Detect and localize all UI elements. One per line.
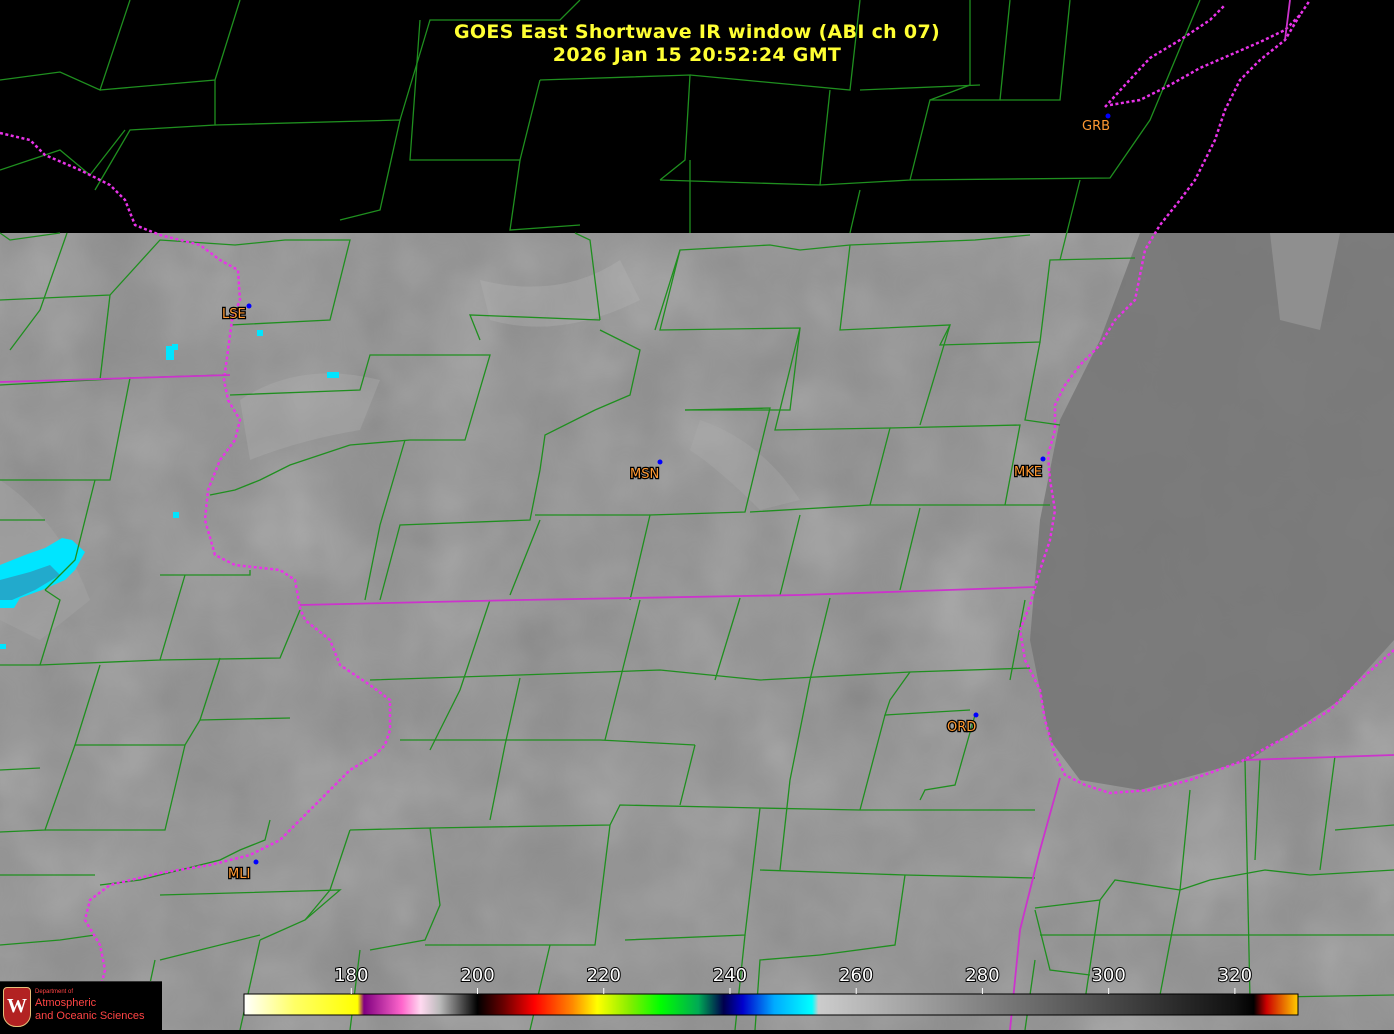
logo-line-2: Atmospheric [35,997,97,1009]
station-marker-msn [657,459,663,465]
station-label-lse: LSE [222,307,246,322]
satellite-map: GRB LSE MSN MKE ORD MLI 180 200 220 240 260 280 300… [0,0,1394,1031]
station-marker-lse [246,303,252,309]
image-timestamp: 2026 Jan 15 20:52:24 GMT [552,44,842,66]
colorbar-tick-label: 300 [1091,965,1125,986]
image-title: GOES East Shortwave IR window (ABI ch 07… [454,21,940,43]
colorbar-tick-label: 220 [587,965,621,986]
station-label-ord: ORD [947,720,976,735]
station-label-mke: MKE [1014,465,1042,480]
station-marker-mke [1040,456,1046,462]
colorbar-tick-label: 180 [334,965,368,986]
station-label-mli: MLI [228,867,250,882]
station-label-grb: GRB [1082,119,1110,134]
colorbar-tick-label: 200 [460,965,494,986]
station-marker-grb [1105,113,1111,119]
colorbar-tick-label: 260 [839,965,873,986]
colorbar-tick-label: 320 [1218,965,1252,986]
colorbar-tick-label: 240 [713,965,747,986]
colorbar-gradient [243,993,1299,1016]
logo-line-1: Department of [35,989,74,995]
station-marker-mli [253,859,259,865]
map-canvas: GRB LSE MSN MKE ORD MLI 180 200 220 240 260 280 300… [0,0,1394,1031]
station-marker-ord [973,712,979,718]
station-label-msn: MSN [630,467,659,482]
colorbar-tick-label: 280 [965,965,999,986]
uw-crest-icon: W [3,987,31,1027]
ir-imagery [0,233,1394,1030]
aos-logo: W Department of Atmospheric and Oceanic … [0,981,162,1031]
logo-line-3: and Oceanic Sciences [35,1010,145,1022]
